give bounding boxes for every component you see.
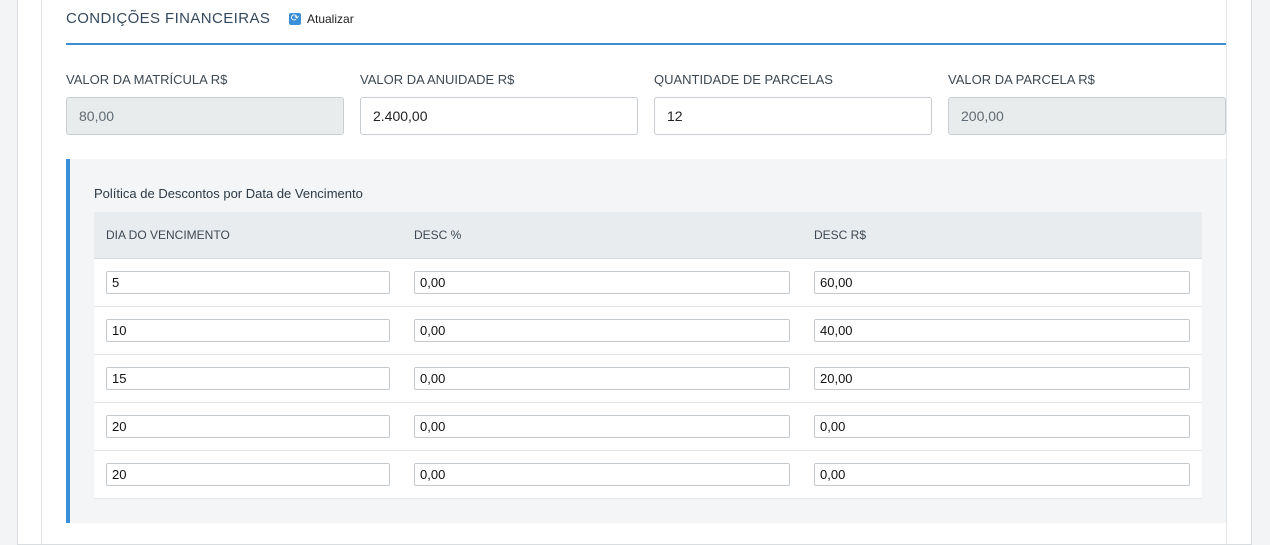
discount-percent-input[interactable]: [414, 415, 790, 438]
due-day-input[interactable]: [106, 319, 390, 342]
due-day-input[interactable]: [106, 415, 390, 438]
discount-percent-input[interactable]: [414, 367, 790, 390]
discount-policy-title: Política de Descontos por Data de Vencim…: [94, 186, 363, 201]
annual-fee-input[interactable]: [360, 97, 638, 135]
discount-amount-input[interactable]: [814, 271, 1190, 294]
table-row: [94, 451, 1202, 499]
discount-amount-input[interactable]: [814, 367, 1190, 390]
refresh-button[interactable]: ⟳ Atualizar: [289, 12, 354, 26]
discount-percent-input[interactable]: [414, 319, 790, 342]
discount-percent-input[interactable]: [414, 463, 790, 486]
discount-table: DIA DO VENCIMENTO DESC % DESC R$: [94, 212, 1202, 499]
installment-value-label: VALOR DA PARCELA R$: [948, 72, 1095, 87]
table-row: [94, 307, 1202, 355]
refresh-icon: ⟳: [289, 13, 301, 25]
due-day-input[interactable]: [106, 463, 390, 486]
due-day-input[interactable]: [106, 367, 390, 390]
column-header-discount-amount: DESC R$: [814, 228, 867, 242]
enrollment-fee-input[interactable]: [66, 97, 344, 135]
discount-amount-input[interactable]: [814, 319, 1190, 342]
column-header-discount-percent: DESC %: [414, 228, 462, 242]
table-row: [94, 355, 1202, 403]
section-title: CONDIÇÕES FINANCEIRAS: [66, 10, 271, 27]
discount-amount-input[interactable]: [814, 463, 1190, 486]
installments-count-input[interactable]: [654, 97, 932, 135]
discount-amount-input[interactable]: [814, 415, 1190, 438]
section-divider: [66, 43, 1226, 45]
installment-value-input[interactable]: [948, 97, 1226, 135]
table-row: [94, 259, 1202, 307]
annual-fee-label: VALOR DA ANUIDADE R$: [360, 72, 515, 87]
discount-percent-input[interactable]: [414, 271, 790, 294]
table-header: DIA DO VENCIMENTO DESC % DESC R$: [94, 212, 1202, 259]
enrollment-fee-label: VALOR DA MATRÍCULA R$: [66, 72, 228, 87]
column-header-due-day: DIA DO VENCIMENTO: [106, 228, 230, 242]
refresh-label: Atualizar: [307, 12, 354, 26]
discount-policy-panel: Política de Descontos por Data de Vencim…: [66, 159, 1226, 523]
due-day-input[interactable]: [106, 271, 390, 294]
table-row: [94, 403, 1202, 451]
installments-count-label: QUANTIDADE DE PARCELAS: [654, 72, 833, 87]
